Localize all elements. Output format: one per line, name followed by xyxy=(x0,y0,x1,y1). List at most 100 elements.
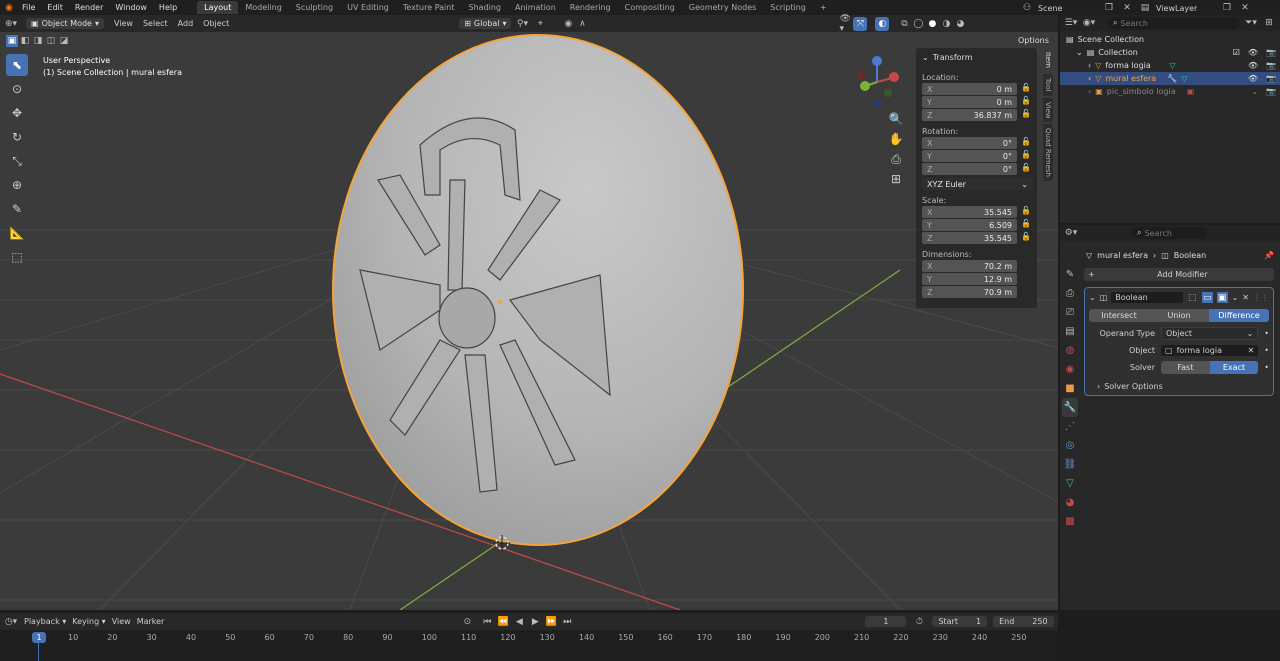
realtime-icon[interactable]: ▭ xyxy=(1201,292,1213,303)
editor-type-icon[interactable]: ⊕▾ xyxy=(4,17,18,31)
cursor-tool-icon[interactable]: ⊙ xyxy=(6,78,28,100)
scale-y-field[interactable]: Y 6.509 🔓 xyxy=(922,219,1031,231)
render-icon[interactable]: ▣ xyxy=(1216,292,1228,303)
pivot-icon[interactable]: ⚲▾ xyxy=(515,17,529,31)
options-button[interactable]: Options xyxy=(1013,35,1054,46)
clock-icon[interactable]: ◷▾ xyxy=(4,615,18,629)
view-layer-name[interactable]: ViewLayer xyxy=(1156,4,1216,13)
dimensions-x-field[interactable]: X 70.2 m xyxy=(922,260,1017,272)
scene-icon[interactable]: ⚇ xyxy=(1020,1,1034,15)
layers-icon[interactable]: ▤ xyxy=(1138,1,1152,15)
outliner-item-selected[interactable]: › ▽ mural esfera 🔧 ▽ 👁 📷 xyxy=(1060,72,1280,85)
outliner-collection[interactable]: ⌄ ▤ Collection ☑ 👁 📷 xyxy=(1060,46,1280,59)
tab-uv-editing[interactable]: UV Editing xyxy=(340,1,396,14)
tab-view[interactable]: View xyxy=(1043,97,1053,123)
rotate-tool-icon[interactable]: ↻ xyxy=(6,126,28,148)
pin-icon[interactable]: 📌 xyxy=(1264,251,1274,260)
select-invert-icon[interactable]: ◫ xyxy=(45,35,57,47)
play-icon[interactable]: ▶ xyxy=(528,615,542,629)
menu-edit[interactable]: Edit xyxy=(41,3,69,12)
exact-solver-button[interactable]: Exact xyxy=(1209,361,1259,374)
menu-view[interactable]: View xyxy=(112,617,131,626)
modifier-name-field[interactable]: Boolean xyxy=(1111,292,1183,303)
tab-animation[interactable]: Animation xyxy=(508,1,563,14)
outliner-search-input[interactable]: ⌕ Search xyxy=(1108,17,1240,29)
editor-type-icon[interactable]: ⚙▾ xyxy=(1064,226,1078,240)
record-icon[interactable]: ⊙ xyxy=(460,615,474,629)
close-icon[interactable]: ✕ xyxy=(1242,293,1249,302)
wireframe-shading-icon[interactable]: ◯ xyxy=(911,17,925,31)
end-frame-field[interactable]: End 250 xyxy=(993,616,1054,627)
object-picker[interactable]: ▢ forma logia ✕ xyxy=(1161,345,1259,356)
tab-item[interactable]: Item xyxy=(1043,48,1053,72)
visibility-icon[interactable]: 👁▾ xyxy=(839,14,853,34)
view-layer-tab-icon[interactable]: ▤ xyxy=(1062,322,1078,341)
scale-x-field[interactable]: X 35.545 🔓 xyxy=(922,206,1031,218)
close-icon[interactable]: ✕ xyxy=(1238,1,1252,15)
rotation-x-field[interactable]: X 0° 🔓 xyxy=(922,137,1031,149)
tab-layout[interactable]: Layout xyxy=(197,1,239,14)
hidden-eye-icon[interactable]: ⌄ xyxy=(1251,87,1258,96)
transform-orientation-select[interactable]: ⊞ Global ▾ xyxy=(459,18,512,29)
zoom-icon[interactable]: 🔍 xyxy=(888,110,904,128)
menu-marker[interactable]: Marker xyxy=(137,617,165,626)
menu-object[interactable]: Object xyxy=(203,19,229,28)
measure-tool-icon[interactable]: 📐 xyxy=(6,222,28,244)
keyframe-dot-icon[interactable]: • xyxy=(1264,346,1269,355)
tab-sculpting[interactable]: Sculpting xyxy=(289,1,340,14)
snap-icon[interactable]: ⌖ xyxy=(533,17,547,31)
scale-z-field[interactable]: Z 35.545 🔓 xyxy=(922,232,1031,244)
3d-viewport[interactable]: User Perspective (1) Scene Collection | … xyxy=(0,32,1058,610)
location-z-field[interactable]: Z 36.837 m 🔓 xyxy=(922,109,1031,121)
chevron-down-icon[interactable]: ⌄ xyxy=(1089,293,1096,302)
current-frame-field[interactable]: 1 xyxy=(865,616,907,627)
add-modifier-button[interactable]: + Add Modifier xyxy=(1084,268,1274,281)
tab-rendering[interactable]: Rendering xyxy=(563,1,618,14)
world-tab-icon[interactable]: ◉ xyxy=(1062,360,1078,379)
fast-solver-button[interactable]: Fast xyxy=(1161,361,1210,374)
jump-start-icon[interactable]: ⏮ xyxy=(480,615,494,629)
data-tab-icon[interactable]: ▽ xyxy=(1062,474,1078,493)
properties-search-input[interactable]: ⌕ Search xyxy=(1132,227,1207,239)
menu-file[interactable]: File xyxy=(16,3,41,12)
particles-tab-icon[interactable]: ⋰ xyxy=(1062,417,1078,436)
tab-shading[interactable]: Shading xyxy=(461,1,508,14)
material-tab-icon[interactable]: ◕ xyxy=(1062,493,1078,512)
constraints-tab-icon[interactable]: ⛓ xyxy=(1062,455,1078,474)
gizmo-toggle-icon[interactable]: ⤧ xyxy=(853,16,868,31)
menu-playback[interactable]: Playback ▾ xyxy=(24,617,66,626)
select-tool-icon[interactable]: ⬉ xyxy=(6,54,28,76)
physics-tab-icon[interactable]: ◎ xyxy=(1062,436,1078,455)
lock-icon[interactable]: 🔓 xyxy=(1021,96,1031,105)
tab-modeling[interactable]: Modeling xyxy=(238,1,288,14)
start-frame-field[interactable]: Start 1 xyxy=(932,616,988,627)
select-extend-icon[interactable]: ◧ xyxy=(19,35,31,47)
lock-icon[interactable]: 🔓 xyxy=(1021,232,1031,241)
edit-mode-icon[interactable]: ⬚ xyxy=(1187,292,1198,303)
rendered-shading-icon[interactable]: ◕ xyxy=(953,17,967,31)
difference-button[interactable]: Difference xyxy=(1209,309,1269,322)
falloff-icon[interactable]: ∧ xyxy=(575,17,589,31)
xray-icon[interactable]: ⧉ xyxy=(897,17,911,31)
menu-view[interactable]: View xyxy=(114,19,133,28)
eye-icon[interactable]: 👁 xyxy=(1248,48,1258,57)
menu-help[interactable]: Help xyxy=(153,3,183,12)
camera-view-icon[interactable]: ⎙ xyxy=(888,150,904,168)
scene-name[interactable]: Scene xyxy=(1038,4,1098,13)
eye-icon[interactable]: 👁 xyxy=(1248,61,1258,70)
blender-logo-icon[interactable]: ◉ xyxy=(2,1,16,15)
rotation-y-field[interactable]: Y 0° 🔓 xyxy=(922,150,1031,162)
lock-icon[interactable]: 🔓 xyxy=(1021,83,1031,92)
lock-icon[interactable]: 🔓 xyxy=(1021,150,1031,159)
rotation-mode-select[interactable]: XYZ Euler ⌄ xyxy=(922,178,1033,190)
new-collection-icon[interactable]: ⊞ xyxy=(1262,16,1276,30)
outliner-root[interactable]: ▤ Scene Collection xyxy=(1060,33,1280,46)
ortho-grid-icon[interactable]: ⊞ xyxy=(888,170,904,188)
lock-icon[interactable]: 🔓 xyxy=(1021,219,1031,228)
clear-icon[interactable]: ✕ xyxy=(1248,346,1255,355)
menu-keying[interactable]: Keying ▾ xyxy=(72,617,105,626)
outliner-item[interactable]: › ▣ pic_simbolo logia ▣ ⌄ 📷 xyxy=(1060,85,1280,98)
proportional-edit-icon[interactable]: ◉ xyxy=(561,17,575,31)
select-intersect-icon[interactable]: ◪ xyxy=(58,35,70,47)
scale-tool-icon[interactable]: ⤡ xyxy=(6,150,28,172)
